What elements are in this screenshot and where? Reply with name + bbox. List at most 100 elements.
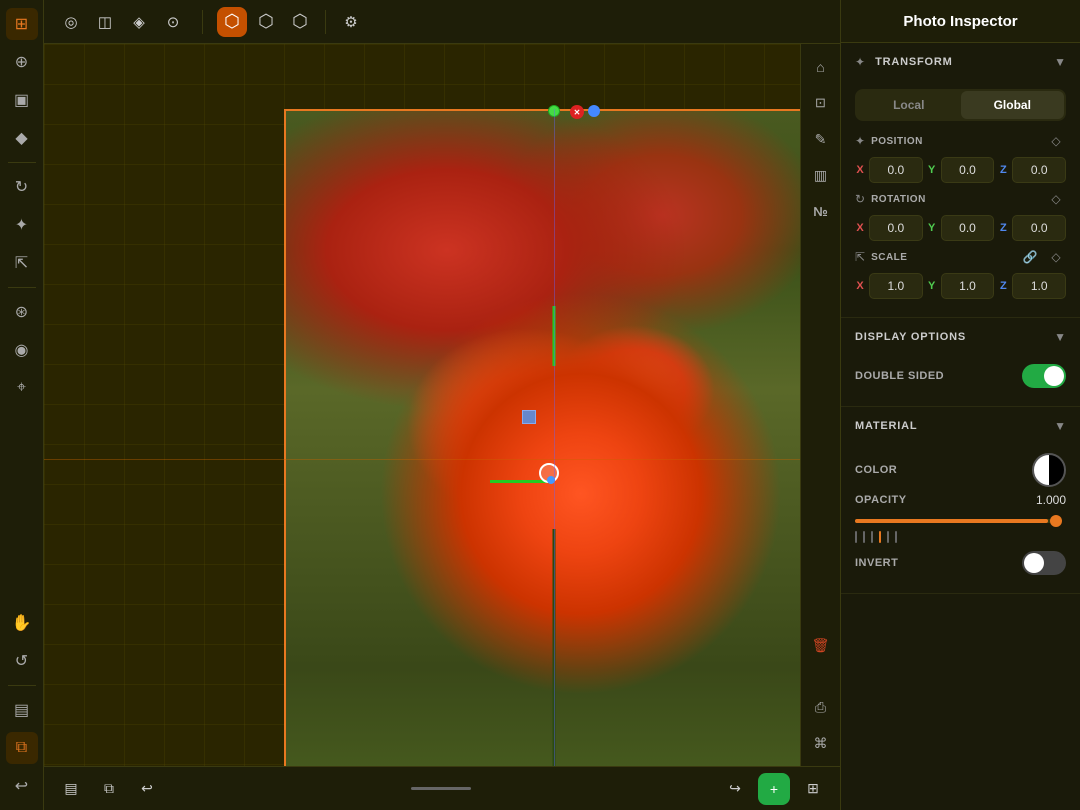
position-z-value[interactable]: 0.0: [1012, 157, 1066, 183]
gizmo-translate-square[interactable]: [522, 410, 536, 424]
opacity-slider-thumb[interactable]: [1050, 515, 1062, 527]
sphere-wire-icon[interactable]: ◎: [56, 7, 86, 37]
separator2: [8, 287, 36, 288]
opacity-row: OPACITY 1.000: [855, 493, 1066, 507]
settings-icon[interactable]: ⚙: [336, 7, 366, 37]
position-row-label: ✦ POSITION ◇: [855, 131, 1066, 151]
node-icon[interactable]: ⌖: [6, 372, 38, 404]
opacity-slider-track: [855, 519, 1058, 523]
add-button[interactable]: +: [758, 773, 790, 805]
invert-toggle[interactable]: [1022, 551, 1066, 575]
scale-y-value[interactable]: 1.0: [941, 273, 995, 299]
photo-image: [286, 111, 800, 766]
render-tools-group: ⬡ ⬡ ⬡ ⚙: [217, 7, 366, 37]
move3d-icon[interactable]: ✦: [6, 209, 38, 241]
trash-icon[interactable]: 🗑: [806, 630, 836, 660]
tick-6: [895, 531, 897, 543]
rotation-row-label: ↻ ROTATION ◇: [855, 189, 1066, 209]
circle-dot-icon[interactable]: ⊙: [158, 7, 188, 37]
scale3d-icon[interactable]: ⇱: [6, 247, 38, 279]
position-icon: ✦: [855, 134, 865, 148]
cursor-icon[interactable]: ⊕: [6, 46, 38, 78]
command-icon[interactable]: ⌘: [806, 728, 836, 758]
scale-reset-icon[interactable]: ◇: [1046, 247, 1066, 267]
material-content: COLOR OPACITY 1.000: [841, 445, 1080, 593]
scale-icon: ⇱: [855, 250, 865, 264]
center-line-h: [44, 459, 800, 460]
redo-icon[interactable]: ↪: [720, 774, 750, 804]
hand-icon[interactable]: ✋: [6, 607, 38, 639]
clone-icon[interactable]: ⧉: [6, 732, 38, 764]
display-options-content: DOUBLE SIDED: [841, 356, 1080, 406]
layers-icon[interactable]: ▤: [6, 694, 38, 726]
material-header[interactable]: MATERIAL ▼: [841, 407, 1080, 445]
rotation-x-value[interactable]: 0.0: [869, 215, 923, 241]
link-icon[interactable]: ⊛: [6, 296, 38, 328]
rotation-y-value[interactable]: 0.0: [941, 215, 995, 241]
separator: [8, 162, 36, 163]
tick-2: [863, 531, 865, 543]
grid-bottom-icon[interactable]: ⊞: [798, 774, 828, 804]
number-icon[interactable]: №: [806, 196, 836, 226]
color-label: COLOR: [855, 464, 897, 476]
rotate-icon[interactable]: ↻: [6, 171, 38, 203]
box-wire-icon[interactable]: ◫: [90, 7, 120, 37]
right-viewport-toolbar: ⌂ ⊡ ✎ ▥ № 🗑 ⎙ ⌘: [800, 44, 840, 766]
photo-frame[interactable]: ✕: [284, 109, 800, 766]
box-icon[interactable]: ▣: [6, 84, 38, 116]
grid-icon[interactable]: ⊞: [6, 8, 38, 40]
display-options-header[interactable]: DISPLAY OPTIONS ▼: [841, 318, 1080, 356]
invert-row: INVERT: [855, 551, 1066, 575]
tick-3: [871, 531, 873, 543]
material-section: MATERIAL ▼ COLOR OPACITY 1.000: [841, 407, 1080, 594]
viewport-wrapper: ✕ ⌂ ⊡ ✎ ▥ № 🗑 ⎙ ⌘: [44, 44, 840, 766]
frame-icon[interactable]: ⊡: [806, 88, 836, 118]
top-toolbar: ◎ ◫ ◈ ⊙ ⬡ ⬡ ⬡ ⚙: [44, 0, 840, 44]
scale-lock-icon[interactable]: 🔗: [1020, 247, 1040, 267]
scale-z-value[interactable]: 1.0: [1012, 273, 1066, 299]
pencil-icon[interactable]: ✎: [806, 124, 836, 154]
position-x-label: X: [855, 164, 865, 176]
diamond-wire-icon[interactable]: ◈: [124, 7, 154, 37]
clone-bottom-icon[interactable]: ⧉: [94, 774, 124, 804]
bottom-bar: ▤ ⧉ ↩ ↪ + ⊞: [44, 766, 840, 810]
position-z-label: Z: [998, 164, 1008, 176]
cube-flat-icon[interactable]: ⬡: [285, 7, 315, 37]
layers-bottom-icon[interactable]: ▤: [56, 774, 86, 804]
home-icon[interactable]: ⌂: [806, 52, 836, 82]
transform-section-header[interactable]: ✦ TRANSFORM ▼: [841, 43, 1080, 81]
globe-icon[interactable]: ◉: [6, 334, 38, 366]
tick-5: [887, 531, 889, 543]
cube-wire2-icon[interactable]: ⬡: [251, 7, 281, 37]
position-reset-icon[interactable]: ◇: [1046, 131, 1066, 151]
panels-icon[interactable]: ▥: [806, 160, 836, 190]
undo-bottom-icon[interactable]: ↩: [132, 774, 162, 804]
rose-background: [286, 111, 800, 766]
bottom-right-tools: ↪ + ⊞: [720, 773, 828, 805]
color-swatch[interactable]: [1032, 453, 1066, 487]
share-icon[interactable]: ⎙: [806, 692, 836, 722]
main-area: ◎ ◫ ◈ ⊙ ⬡ ⬡ ⬡ ⚙: [44, 0, 840, 810]
invert-label: INVERT: [855, 557, 898, 569]
orbit-icon[interactable]: ↺: [6, 645, 38, 677]
scale-y-label: Y: [927, 280, 937, 292]
scale-x-value[interactable]: 1.0: [869, 273, 923, 299]
global-toggle-btn[interactable]: Global: [961, 91, 1065, 119]
opacity-value: 1.000: [1030, 493, 1066, 507]
rotation-y-label: Y: [927, 222, 937, 234]
double-sided-toggle[interactable]: [1022, 364, 1066, 388]
toolbar-sep1: [202, 10, 203, 34]
cube-orange-icon[interactable]: ⬡: [217, 7, 247, 37]
local-toggle-btn[interactable]: Local: [857, 91, 961, 119]
diamond-icon[interactable]: ◆: [6, 122, 38, 154]
opacity-slider[interactable]: [855, 511, 1058, 531]
gizmo-x-handle[interactable]: [490, 480, 550, 483]
position-x-value[interactable]: 0.0: [869, 157, 923, 183]
undo-icon[interactable]: ↩: [6, 770, 38, 802]
viewport[interactable]: ✕: [44, 44, 800, 766]
corner-handle-blue[interactable]: [588, 105, 600, 117]
corner-handle-red[interactable]: ✕: [570, 105, 584, 119]
position-y-value[interactable]: 0.0: [941, 157, 995, 183]
rotation-z-value[interactable]: 0.0: [1012, 215, 1066, 241]
rotation-reset-icon[interactable]: ◇: [1046, 189, 1066, 209]
